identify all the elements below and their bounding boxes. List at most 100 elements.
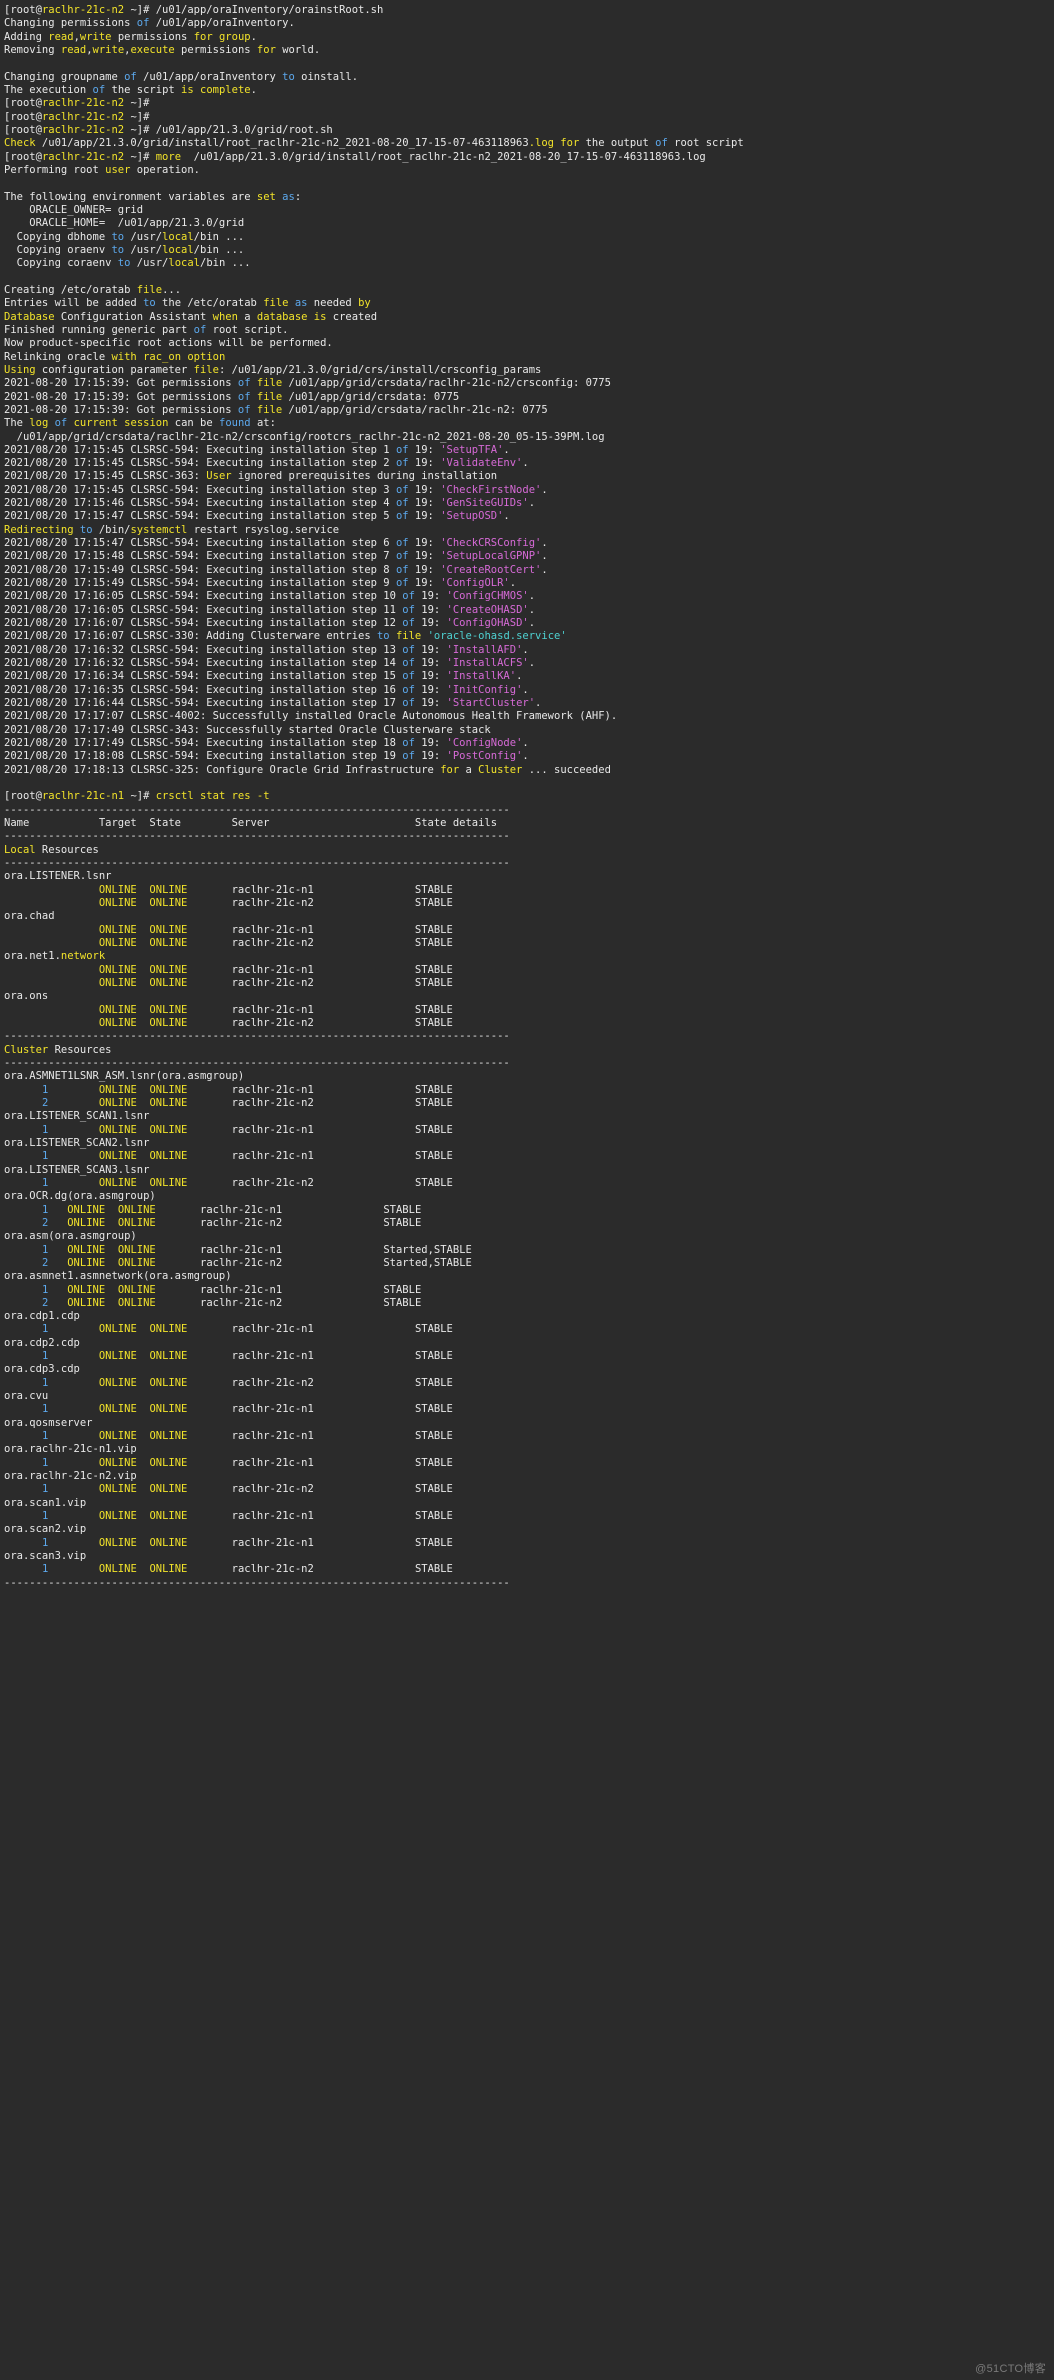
terminal-text: permissions: [111, 30, 194, 43]
terminal-text: raclhr-21c-n2: [41, 150, 125, 163]
terminal-text: ONLINE: [98, 1323, 137, 1336]
terminal-text: .: [509, 577, 517, 590]
terminal-text: 19:: [408, 550, 441, 563]
terminal-text: 2021/08/20 17:15:45 CLSRSC-594: Executin…: [4, 483, 396, 496]
terminal-text: Resources: [48, 1043, 112, 1056]
terminal-text: of: [237, 403, 251, 416]
terminal-text: ora.LISTENER.lsnr: [4, 870, 112, 883]
terminal-text: ora.cvu: [4, 1390, 49, 1403]
terminal-text: /usr/: [124, 243, 163, 256]
terminal-text: 'GenSiteGUIDs': [440, 497, 529, 510]
terminal-text: 2021-08-20 17:15:39: Got permissions: [4, 377, 238, 390]
terminal-text: of: [54, 417, 68, 430]
terminal-text: ONLINE: [149, 936, 188, 949]
terminal-text: raclhr-21c-n2 STABLE: [187, 896, 453, 909]
terminal-text: ONLINE: [149, 896, 188, 909]
terminal-text: .: [503, 510, 510, 523]
terminal-line: ----------------------------------------…: [4, 804, 1054, 817]
terminal-line: 2021-08-20 17:15:39: Got permissions of …: [4, 377, 1054, 390]
terminal-text: [root@: [4, 790, 42, 803]
terminal-text: current: [73, 417, 118, 430]
terminal-line: ONLINE ONLINE raclhr-21c-n1 STABLE: [4, 964, 1054, 977]
terminal-text: raclhr-21c-n1 STABLE: [187, 1003, 453, 1016]
terminal-text: ONLINE: [149, 976, 188, 989]
terminal-text: ONLINE: [149, 883, 188, 896]
terminal-text: ORACLE_HOME= /u01/app/21.3.0/grid: [4, 217, 245, 230]
terminal-text: at:: [250, 417, 276, 430]
terminal-line: ONLINE ONLINE raclhr-21c-n1 STABLE: [4, 924, 1054, 937]
terminal-text: Local: [4, 843, 36, 856]
terminal-text: [root@: [4, 4, 42, 16]
terminal-text: 19:: [414, 670, 447, 683]
terminal-text: ~]# /u01/app/21.3.0/grid/root.sh: [124, 123, 333, 136]
terminal-text: 19:: [408, 577, 441, 590]
terminal-text: ONLINE: [67, 1256, 106, 1269]
terminal-line: [root@raclhr-21c-n1 ~]# crsctl stat res …: [4, 790, 1054, 803]
terminal-text: Root: [339, 4, 365, 16]
terminal-text: ONLINE: [98, 1563, 137, 1576]
terminal-text: [root@: [4, 123, 42, 136]
terminal-line: ora.scan3.vip: [4, 1550, 1054, 1563]
terminal-text: 2021/08/20 17:16:35 CLSRSC-594: Executin…: [4, 683, 403, 696]
terminal-text: of: [395, 577, 409, 590]
terminal-text: /u01/app/oraInventory: [136, 70, 283, 83]
terminal-text: 19:: [414, 590, 447, 603]
terminal-text: 2021/08/20 17:15:47 CLSRSC-594: Executin…: [4, 510, 396, 523]
terminal-line: Copying oraenv to /usr/local/bin ...: [4, 244, 1054, 257]
terminal-text: .: [522, 750, 529, 763]
terminal-text: to: [282, 70, 295, 83]
terminal-text: ONLINE: [67, 1296, 106, 1309]
terminal-text: ONLINE: [98, 1083, 137, 1096]
terminal-line: ora.net1.network: [4, 950, 1054, 963]
terminal-line: ora.asmnet1.asmnetwork(ora.asmgroup): [4, 1270, 1054, 1283]
terminal-text: Check: [4, 137, 36, 150]
terminal-text: /u01/app/grid/crsdata: 0775: [282, 390, 460, 403]
terminal-text: of: [402, 657, 415, 670]
terminal-text: ora.ASMNET1LSNR_ASM.lsnr(ora.asmgroup): [4, 1070, 245, 1083]
terminal-text: to: [111, 243, 125, 256]
terminal-line: 1 ONLINE ONLINE raclhr-21c-n1 Started,ST…: [4, 1244, 1054, 1257]
terminal-line: ora.LISTENER_SCAN3.lsnr: [4, 1164, 1054, 1177]
terminal-text: 19:: [408, 483, 441, 496]
terminal-text: ~]# /u01/app/oraInventory/orainst: [124, 4, 340, 16]
terminal-text: 'InstallKA': [446, 670, 517, 683]
terminal-line: 2 ONLINE ONLINE raclhr-21c-n2 STABLE: [4, 1297, 1054, 1310]
terminal-text: raclhr-21c-n2 STABLE: [155, 1216, 422, 1229]
terminal-text: root script: [667, 137, 744, 150]
terminal-text: for: [193, 30, 213, 43]
terminal-line: ora.ASMNET1LSNR_ASM.lsnr(ora.asmgroup): [4, 1070, 1054, 1083]
terminal-line: 2021/08/20 17:15:49 CLSRSC-594: Executin…: [4, 564, 1054, 577]
terminal-text: raclhr-21c-n1 STABLE: [187, 963, 453, 976]
terminal-text: Adding: [4, 30, 49, 43]
terminal-text: ONLINE: [149, 1483, 188, 1496]
terminal-text: : /u01/app/21.3.0/grid/crs/install/crsco…: [218, 363, 542, 376]
terminal-text: file: [256, 377, 283, 390]
terminal-text: ONLINE: [149, 1536, 188, 1549]
terminal-text: Copying dbhome: [4, 230, 112, 243]
terminal-text: Relinking oracle: [4, 350, 112, 363]
terminal-text: ONLINE: [67, 1283, 106, 1296]
terminal-text: 'CheckCRSConfig': [440, 537, 542, 550]
terminal-text: of: [237, 390, 251, 403]
terminal-text: of: [395, 563, 409, 576]
terminal-line: Performing root user operation.: [4, 164, 1054, 177]
terminal-line: ONLINE ONLINE raclhr-21c-n2 STABLE: [4, 1017, 1054, 1030]
terminal-text: raclhr-21c-n2 STABLE: [187, 1563, 453, 1576]
terminal-output[interactable]: [root@ raclhr-21c-n2 ~]# /u01/app/oraInve…: [0, 0, 1054, 2380]
terminal-text: ONLINE: [117, 1283, 156, 1296]
terminal-text: log: [29, 417, 49, 430]
